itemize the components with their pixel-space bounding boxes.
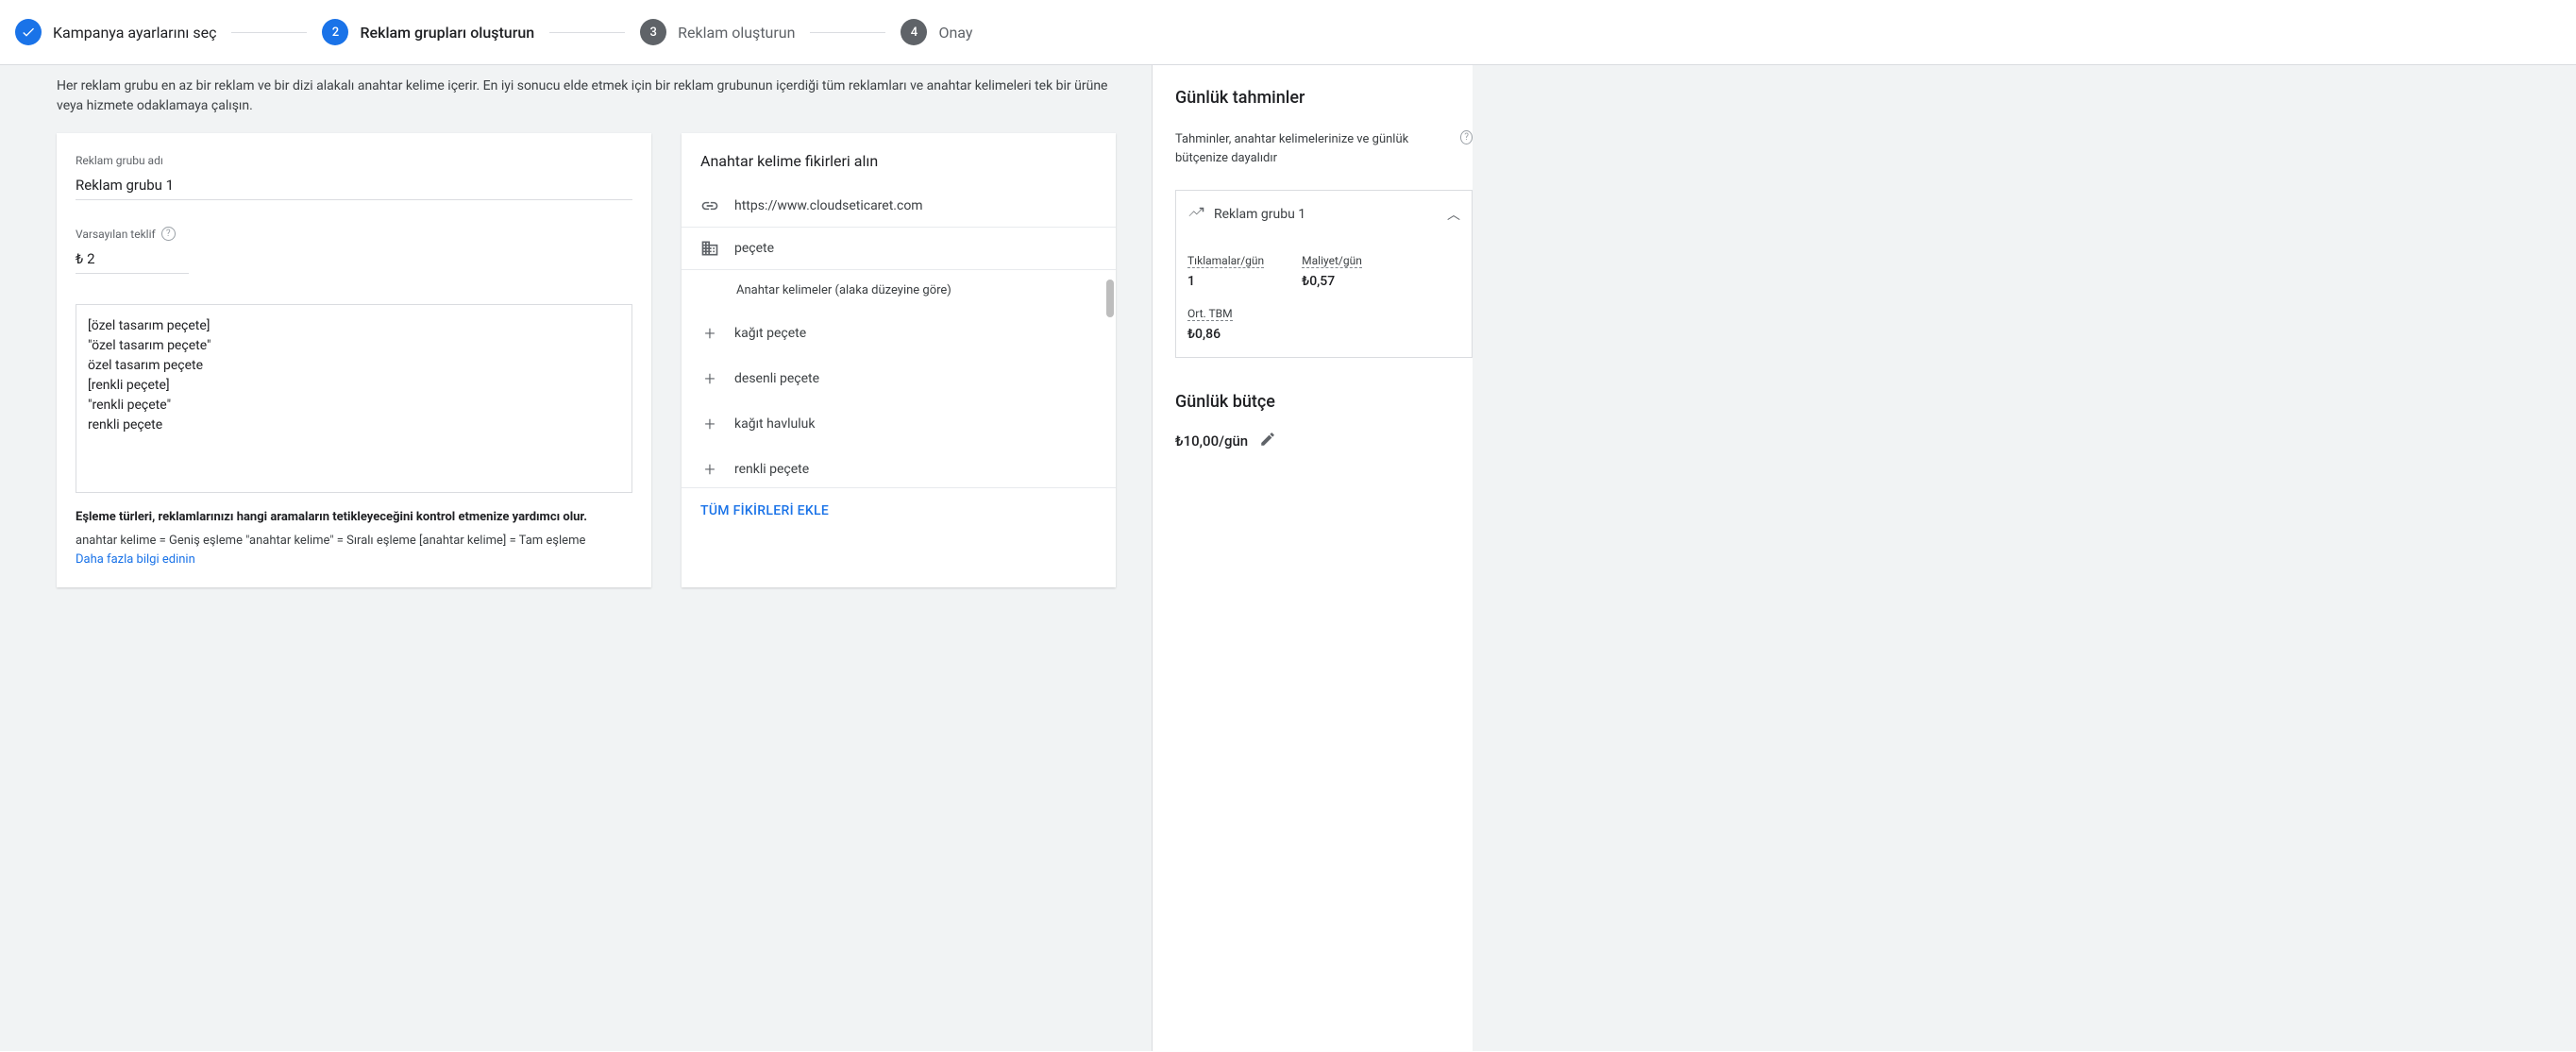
daily-budget-value: ₺10,00/gün bbox=[1175, 433, 1248, 450]
step-1[interactable]: Kampanya ayarlarını seç bbox=[15, 19, 216, 45]
suggestion-text: kağıt havluluk bbox=[734, 416, 1097, 432]
url-input[interactable]: https://www.cloudseticaret.com bbox=[734, 198, 1097, 213]
match-types-title: Eşleme türleri, reklamlarınızı hangi ara… bbox=[76, 510, 632, 524]
pencil-icon[interactable] bbox=[1259, 431, 1276, 451]
learn-more-link[interactable]: Daha fazla bilgi edinin bbox=[76, 552, 195, 567]
help-icon[interactable]: ? bbox=[1460, 130, 1473, 144]
cpc-metric: Ort. TBM ₺0,86 bbox=[1187, 306, 1460, 342]
cost-metric: Maliyet/gün ₺0,57 bbox=[1302, 253, 1362, 289]
url-input-row[interactable]: https://www.cloudseticaret.com bbox=[682, 185, 1116, 228]
default-bid-input[interactable]: ₺ 2 bbox=[76, 250, 189, 274]
estimates-description: Tahminler, anahtar kelimelerinize ve gün… bbox=[1175, 130, 1473, 167]
step-4-label: Onay bbox=[938, 24, 972, 42]
clicks-label: Tıklamalar/gün bbox=[1187, 254, 1264, 268]
building-icon bbox=[700, 239, 719, 258]
plus-icon: + bbox=[700, 367, 719, 390]
estimate-group-toggle[interactable]: Reklam grubu 1 ︿ bbox=[1175, 190, 1473, 238]
suggestion-row[interactable]: + desenli peçete bbox=[682, 356, 1116, 401]
step-1-label: Kampanya ayarlarını seç bbox=[53, 24, 216, 42]
estimate-group-name: Reklam grubu 1 bbox=[1214, 207, 1305, 222]
step-3-number: 3 bbox=[640, 19, 666, 45]
keyword-ideas-title: Anahtar kelime fikirleri alın bbox=[682, 133, 1116, 185]
keywords-textarea[interactable]: [özel tasarım peçete] "özel tasarım peçe… bbox=[76, 304, 632, 493]
step-2[interactable]: 2 Reklam grupları oluşturun bbox=[322, 19, 534, 45]
suggestions-scroll-area[interactable]: Anahtar kelimeler (alaka düzeyine göre) … bbox=[682, 270, 1116, 487]
step-2-label: Reklam grupları oluşturun bbox=[360, 24, 534, 42]
adgroup-name-input[interactable]: Reklam grubu 1 bbox=[76, 177, 632, 200]
daily-budget-title: Günlük bütçe bbox=[1175, 392, 1473, 412]
plus-icon: + bbox=[700, 458, 719, 481]
suggestion-row[interactable]: + kağıt peçete bbox=[682, 311, 1116, 356]
suggestion-text: kağıt peçete bbox=[734, 326, 1097, 341]
scrollbar-thumb[interactable] bbox=[1106, 280, 1114, 317]
estimates-title: Günlük tahminler bbox=[1175, 88, 1473, 108]
default-bid-label: Varsayılan teklif ? bbox=[76, 227, 632, 241]
step-3-label: Reklam oluşturun bbox=[678, 24, 795, 42]
suggestion-row[interactable]: + renkli peçete bbox=[682, 447, 1116, 487]
trend-icon bbox=[1187, 204, 1204, 225]
cost-label: Maliyet/gün bbox=[1302, 254, 1362, 268]
cpc-value: ₺0,86 bbox=[1187, 327, 1460, 342]
keyword-ideas-card: Anahtar kelime fikirleri alın https://ww… bbox=[682, 133, 1116, 587]
step-connector bbox=[231, 32, 307, 33]
help-icon[interactable]: ? bbox=[161, 227, 176, 241]
plus-icon: + bbox=[700, 413, 719, 435]
chevron-up-icon: ︿ bbox=[1447, 205, 1460, 224]
step-4-number: 4 bbox=[901, 19, 927, 45]
cost-value: ₺0,57 bbox=[1302, 274, 1362, 289]
step-connector bbox=[549, 32, 625, 33]
suggestion-row[interactable]: + kağıt havluluk bbox=[682, 401, 1116, 447]
product-input[interactable]: peçete bbox=[734, 241, 1097, 256]
campaign-stepper: Kampanya ayarlarını seç 2 Reklam gruplar… bbox=[0, 0, 2576, 65]
plus-icon: + bbox=[700, 322, 719, 345]
step-2-number: 2 bbox=[322, 19, 348, 45]
estimates-sidebar: Günlük tahminler Tahminler, anahtar keli… bbox=[1152, 65, 1473, 1051]
suggestion-text: renkli peçete bbox=[734, 462, 1097, 477]
product-input-row[interactable]: peçete bbox=[682, 228, 1116, 270]
clicks-value: 1 bbox=[1187, 274, 1264, 289]
step-3[interactable]: 3 Reklam oluşturun bbox=[640, 19, 795, 45]
adgroup-name-label: Reklam grubu adı bbox=[76, 154, 632, 167]
relevance-header: Anahtar kelimeler (alaka düzeyine göre) bbox=[682, 270, 1116, 311]
intro-text: Her reklam grubu en az bir reklam ve bir… bbox=[57, 76, 1133, 116]
adgroup-card: Reklam grubu adı Reklam grubu 1 Varsayıl… bbox=[57, 133, 651, 587]
check-icon bbox=[15, 19, 42, 45]
clicks-metric: Tıklamalar/gün 1 bbox=[1187, 253, 1264, 289]
estimate-group-body: Tıklamalar/gün 1 Maliyet/gün ₺0,57 Ort. … bbox=[1175, 238, 1473, 358]
cpc-label: Ort. TBM bbox=[1187, 307, 1233, 321]
match-types-examples: anahtar kelime = Geniş eşleme "anahtar k… bbox=[76, 534, 632, 548]
step-connector bbox=[810, 32, 885, 33]
link-icon bbox=[700, 196, 719, 215]
add-all-button[interactable]: TÜM FİKİRLERİ EKLE bbox=[682, 487, 1116, 534]
suggestion-text: desenli peçete bbox=[734, 371, 1097, 386]
step-4[interactable]: 4 Onay bbox=[901, 19, 972, 45]
